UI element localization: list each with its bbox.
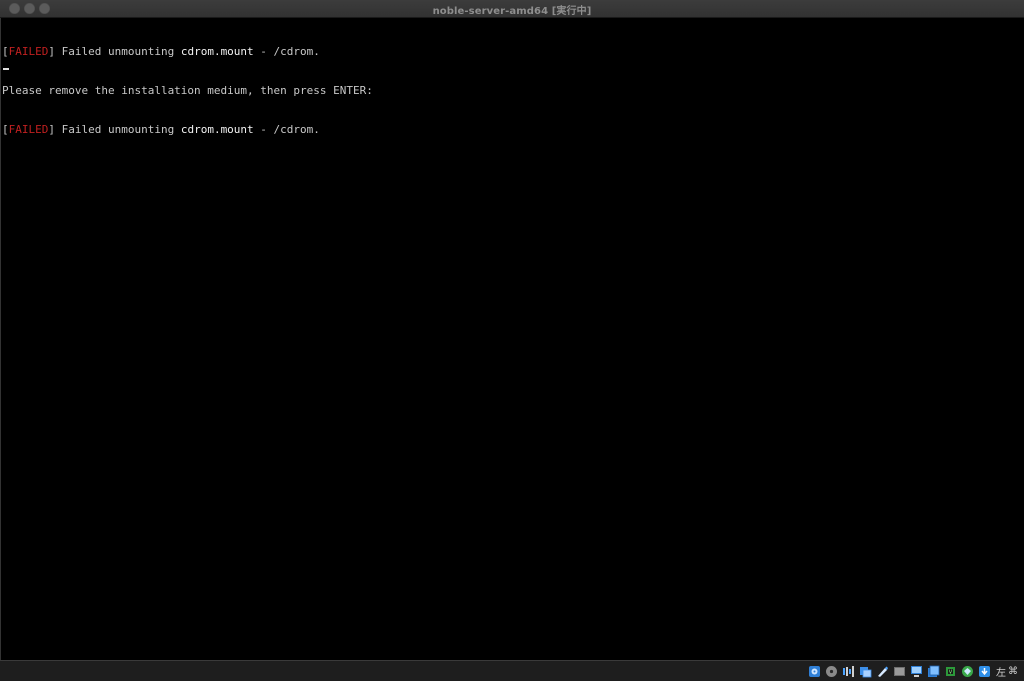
command-key-icon: ⌘ xyxy=(1008,666,1018,677)
hard-disk-icon[interactable] xyxy=(808,665,821,678)
title-bar[interactable]: noble-server-amd64 [実行中] xyxy=(0,0,1024,18)
vm-status-bar: V 左 ⌘ xyxy=(0,660,1024,681)
window-title: noble-server-amd64 [実行中] xyxy=(432,6,592,17)
vm-window: noble-server-amd64 [実行中] [FAILED] Failed… xyxy=(0,0,1024,681)
video-capture-icon[interactable] xyxy=(927,665,940,678)
console-line: [FAILED] Failed unmounting cdrom.mount -… xyxy=(2,45,373,58)
console-line: Please remove the installation medium, t… xyxy=(2,84,373,97)
line-text: ] Failed unmounting xyxy=(48,45,181,58)
host-key-indicator[interactable]: 左 ⌘ xyxy=(996,664,1018,679)
mouse-integration-icon[interactable] xyxy=(961,665,974,678)
audio-icon[interactable] xyxy=(842,665,855,678)
optical-drive-icon[interactable] xyxy=(825,665,838,678)
bracket-open: [ xyxy=(2,123,9,136)
line-text: ] Failed unmounting xyxy=(48,123,181,136)
bracket-open: [ xyxy=(2,45,9,58)
failed-status: FAILED xyxy=(8,45,49,58)
display-icon[interactable] xyxy=(910,665,923,678)
text-cursor xyxy=(3,68,9,70)
failed-status: FAILED xyxy=(8,123,49,136)
network-icon[interactable] xyxy=(859,665,872,678)
console-output: [FAILED] Failed unmounting cdrom.mount -… xyxy=(2,19,373,162)
line-text: Please remove the installation medium, t… xyxy=(2,84,373,97)
vm-console-screen[interactable]: [FAILED] Failed unmounting cdrom.mount -… xyxy=(0,18,1024,660)
line-text: - /cdrom. xyxy=(253,123,320,136)
host-key-label: 左 xyxy=(996,668,1006,679)
status-icons: V 左 ⌘ xyxy=(808,664,1018,679)
unit-name: cdrom.mount xyxy=(180,45,254,58)
shared-folders-icon[interactable] xyxy=(893,665,906,678)
unit-name: cdrom.mount xyxy=(180,123,254,136)
console-line: [FAILED] Failed unmounting cdrom.mount -… xyxy=(2,123,373,136)
svg-text:V: V xyxy=(949,670,953,676)
download-icon[interactable] xyxy=(978,665,991,678)
cpu-icon[interactable]: V xyxy=(944,665,957,678)
line-text: - /cdrom. xyxy=(253,45,320,58)
usb-icon[interactable] xyxy=(876,665,889,678)
